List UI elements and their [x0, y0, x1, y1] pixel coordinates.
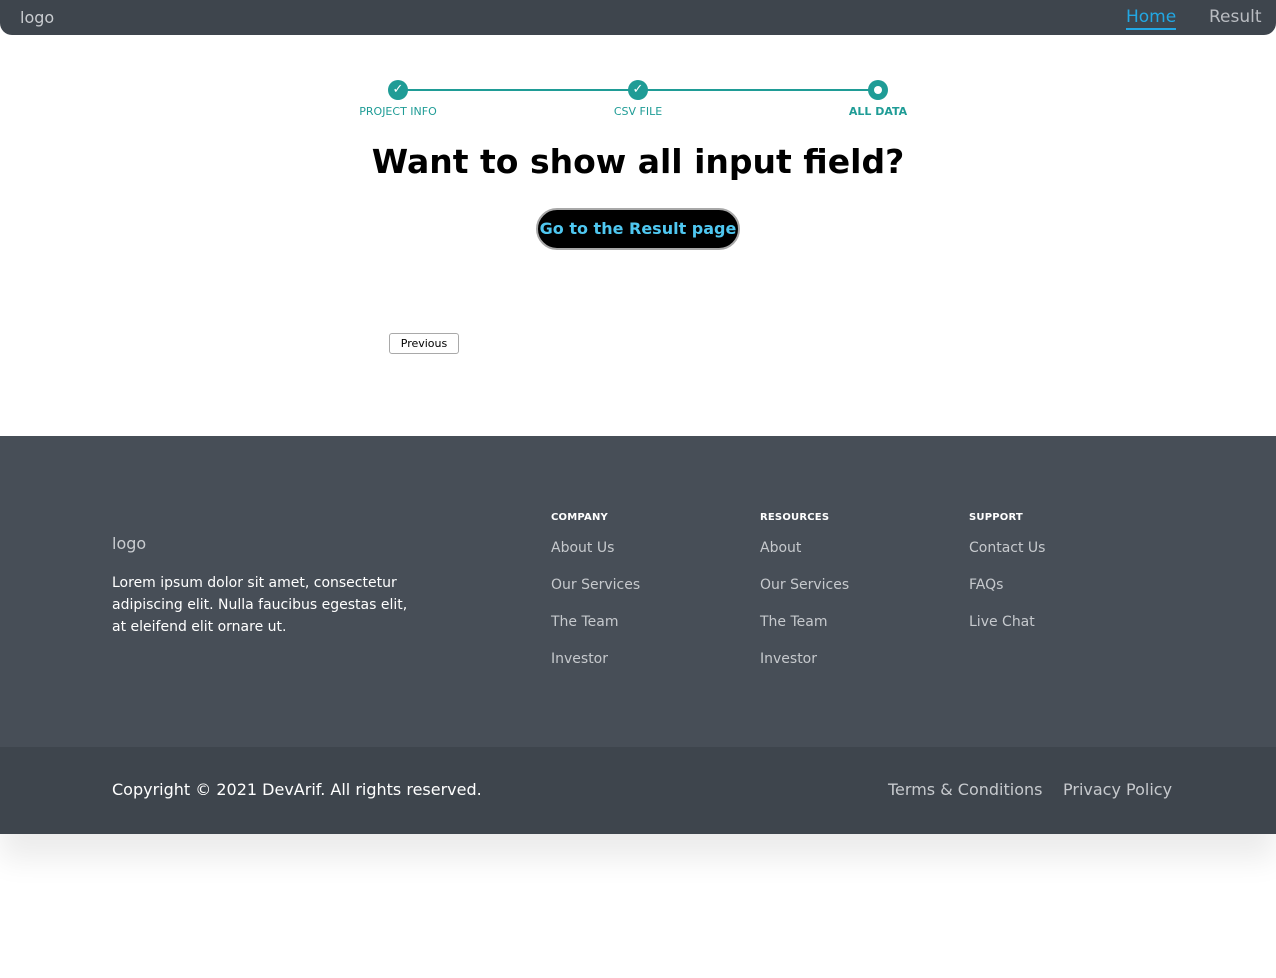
footer-column-company: COMPANY About Us Our Services The Team I…: [551, 512, 640, 688]
footer-column-title: SUPPORT: [969, 512, 1023, 523]
copyright-text: Copyright © 2021 DevArif. All rights res…: [112, 780, 482, 799]
nav-link-result[interactable]: Result: [1209, 7, 1262, 27]
step-2-check-icon: ✓: [628, 80, 648, 100]
step-1-check-icon: ✓: [388, 80, 408, 100]
terms-link[interactable]: Terms & Conditions: [888, 780, 1042, 799]
footer-column-support: SUPPORT Contact Us FAQs Live Chat: [969, 512, 1045, 651]
privacy-link[interactable]: Privacy Policy: [1063, 780, 1172, 799]
footer-link-investor[interactable]: Investor: [551, 651, 640, 671]
footer-logo[interactable]: logo: [112, 534, 146, 553]
footer-column-resources: RESOURCES About Our Services The Team In…: [760, 512, 849, 688]
footer-bottom-bar: Copyright © 2021 DevArif. All rights res…: [0, 747, 1276, 834]
footer-description: Lorem ipsum dolor sit amet, consectetur …: [112, 575, 408, 635]
footer-link-the-team[interactable]: The Team: [760, 614, 849, 634]
footer-link-about-us[interactable]: About Us: [551, 540, 640, 560]
progress-stepper: ✓ PROJECT INFO ✓ CSV FILE ALL DATA: [0, 78, 1276, 128]
top-navbar: logo Home Result: [0, 0, 1276, 35]
footer-link-our-services[interactable]: Our Services: [551, 577, 640, 597]
step-3-label: ALL DATA: [848, 105, 908, 118]
go-to-result-button[interactable]: Go to the Result page: [536, 208, 740, 250]
footer-column-title: RESOURCES: [760, 512, 830, 523]
footer-link-contact-us[interactable]: Contact Us: [969, 540, 1045, 560]
footer-link-about[interactable]: About: [760, 540, 849, 560]
step-1-label: PROJECT INFO: [359, 105, 437, 118]
footer-link-the-team[interactable]: The Team: [551, 614, 640, 634]
previous-button[interactable]: Previous: [389, 333, 459, 354]
nav-link-home[interactable]: Home: [1126, 7, 1177, 30]
footer-link-live-chat[interactable]: Live Chat: [969, 614, 1045, 634]
footer-link-investor[interactable]: Investor: [760, 651, 849, 671]
footer-link-faqs[interactable]: FAQs: [969, 577, 1045, 597]
page-heading: Want to show all input field?: [371, 142, 905, 181]
footer-column-title: COMPANY: [551, 512, 608, 523]
step-3-current-dot-icon: [868, 80, 888, 100]
step-2-label: CSV FILE: [613, 105, 663, 118]
header-logo[interactable]: logo: [20, 8, 54, 27]
footer-link-our-services[interactable]: Our Services: [760, 577, 849, 597]
footer: logo Lorem ipsum dolor sit amet, consect…: [0, 436, 1276, 747]
